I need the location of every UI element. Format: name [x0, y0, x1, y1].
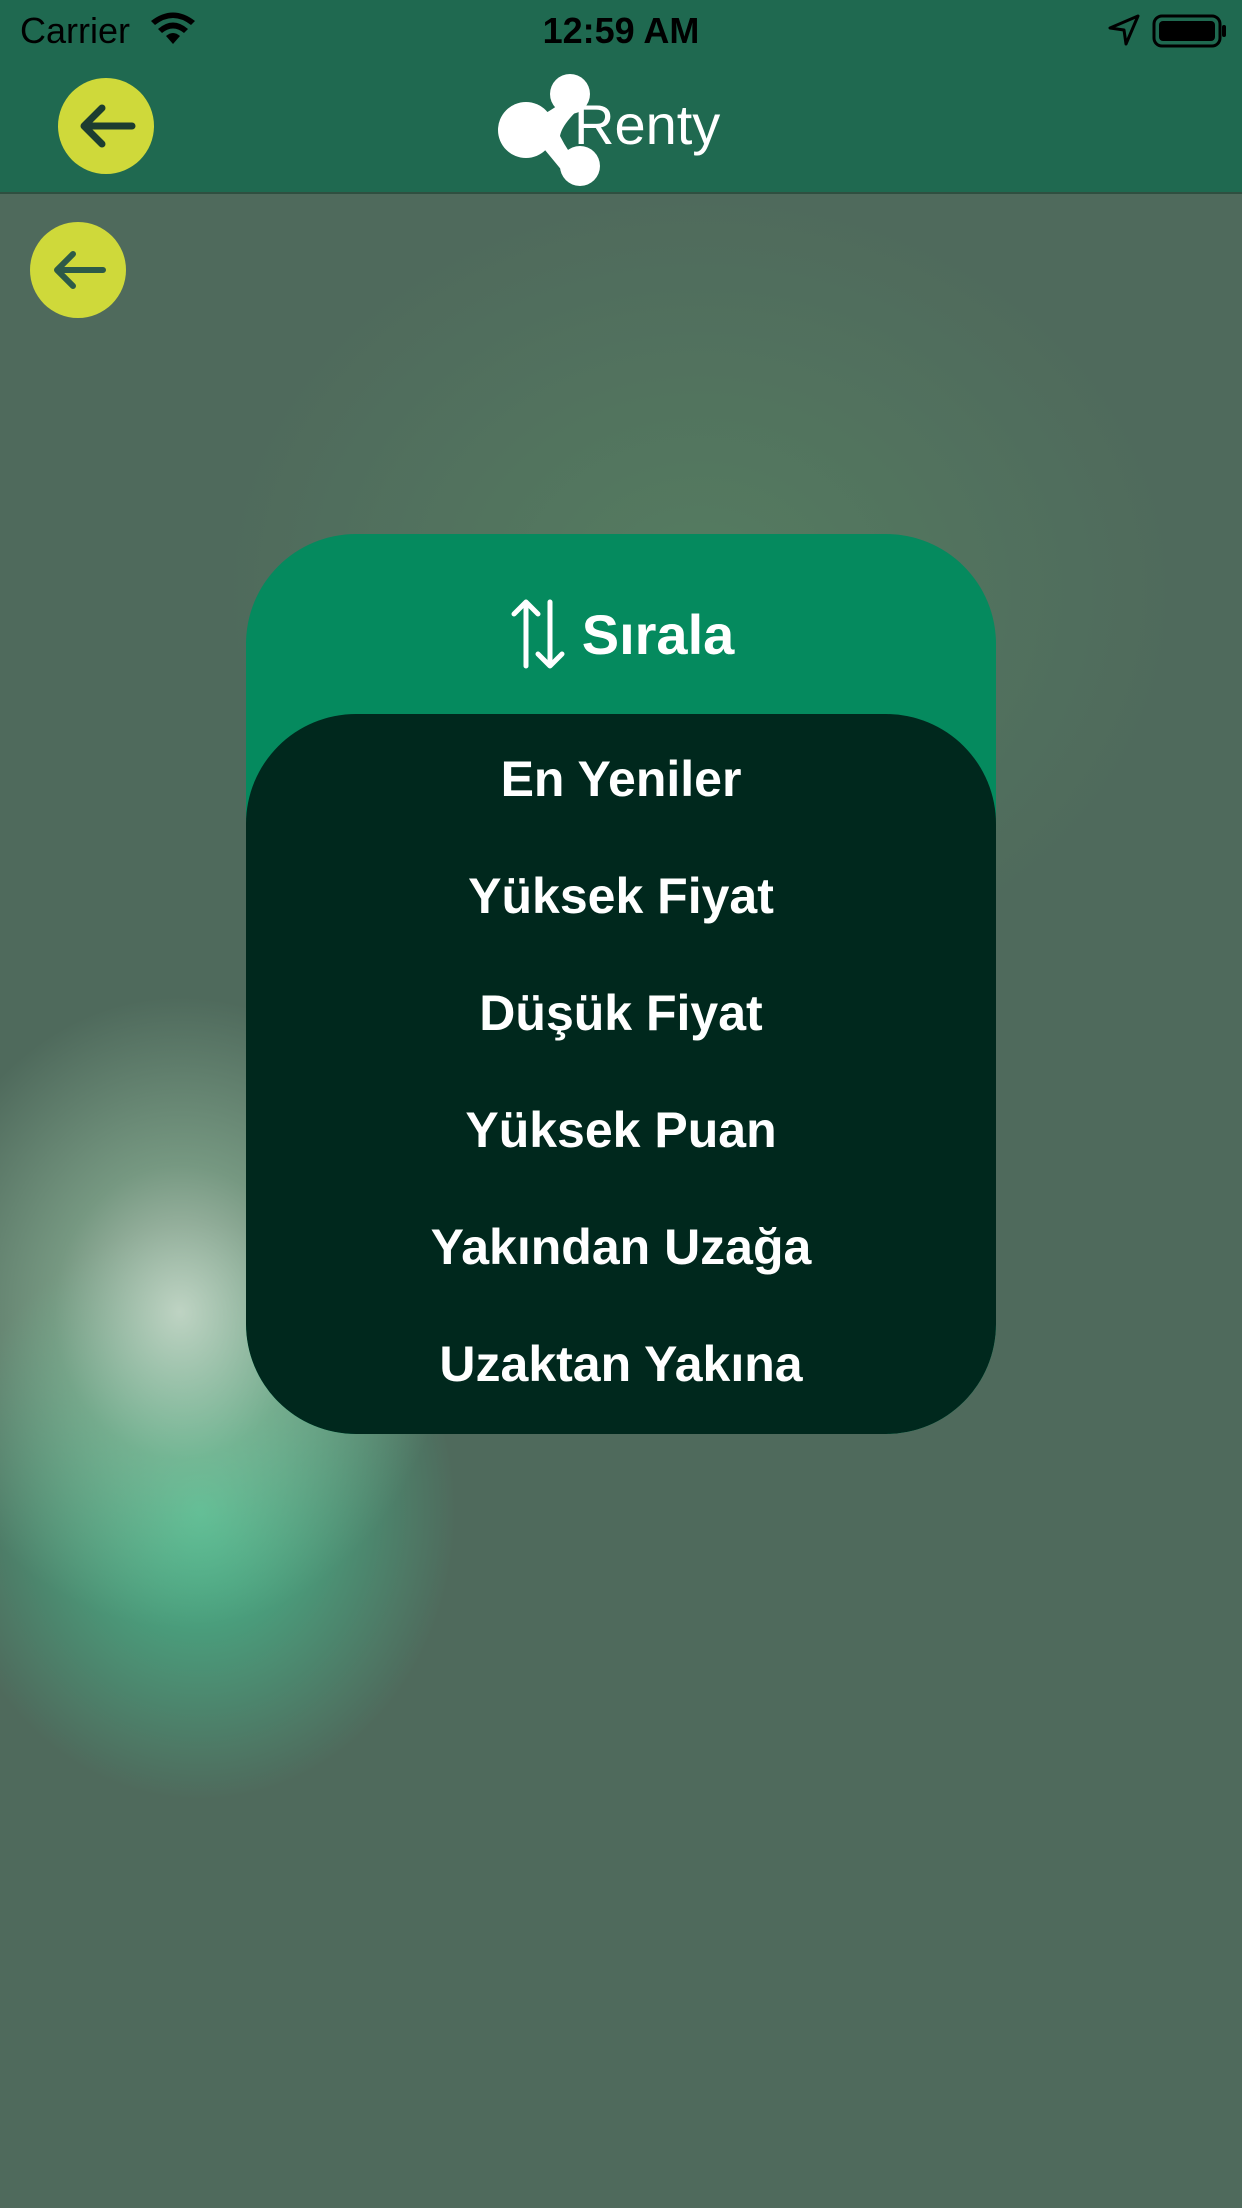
location-arrow-icon	[1108, 14, 1140, 51]
arrow-left-icon	[80, 104, 136, 148]
sort-options-list: En Yeniler Yüksek Fiyat Düşük Fiyat Yüks…	[246, 714, 996, 1434]
sort-title: Sırala	[581, 602, 735, 666]
sort-option-price-high[interactable]: Yüksek Fiyat	[246, 841, 996, 951]
status-time: 12:59 AM	[542, 10, 700, 51]
battery-icon	[1152, 14, 1228, 53]
svg-text:Renty: Renty	[574, 93, 720, 156]
sort-option-rating-high[interactable]: Yüksek Puan	[246, 1075, 996, 1185]
status-bar: Carrier 12:59 AM	[0, 0, 1242, 60]
sort-header: Sırala	[246, 584, 996, 684]
sort-arrows-icon	[511, 599, 565, 669]
sort-option-near-to-far[interactable]: Yakından Uzağa	[246, 1192, 996, 1302]
renty-logo: Renty	[490, 66, 760, 191]
sort-option-price-low[interactable]: Düşük Fiyat	[246, 958, 996, 1068]
arrow-left-icon	[54, 251, 106, 289]
nav-bar: Renty	[0, 60, 1242, 194]
sort-dialog: Sırala En Yeniler Yüksek Fiyat Düşük Fiy…	[246, 534, 996, 1434]
sort-option-far-to-near[interactable]: Uzaktan Yakına	[246, 1309, 996, 1419]
back-button[interactable]	[58, 78, 154, 174]
sort-option-newest[interactable]: En Yeniler	[246, 724, 996, 834]
page-back-button[interactable]	[30, 222, 126, 318]
